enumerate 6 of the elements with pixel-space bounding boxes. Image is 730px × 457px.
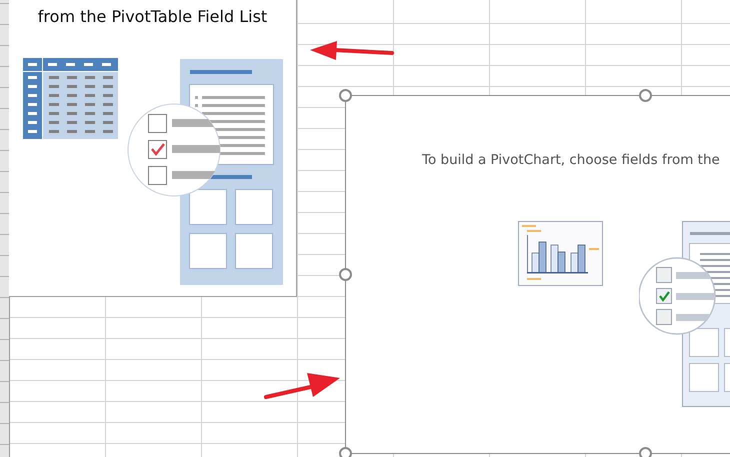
placeholder-text: To build a PivotChart, choose fields from the bbox=[422, 151, 720, 169]
resize-handle[interactable] bbox=[339, 89, 352, 102]
resize-handle[interactable] bbox=[639, 89, 652, 102]
placeholder-text: from the PivotTable Field List bbox=[38, 7, 268, 27]
resize-handle[interactable] bbox=[339, 268, 352, 281]
resize-handle[interactable] bbox=[339, 447, 352, 457]
